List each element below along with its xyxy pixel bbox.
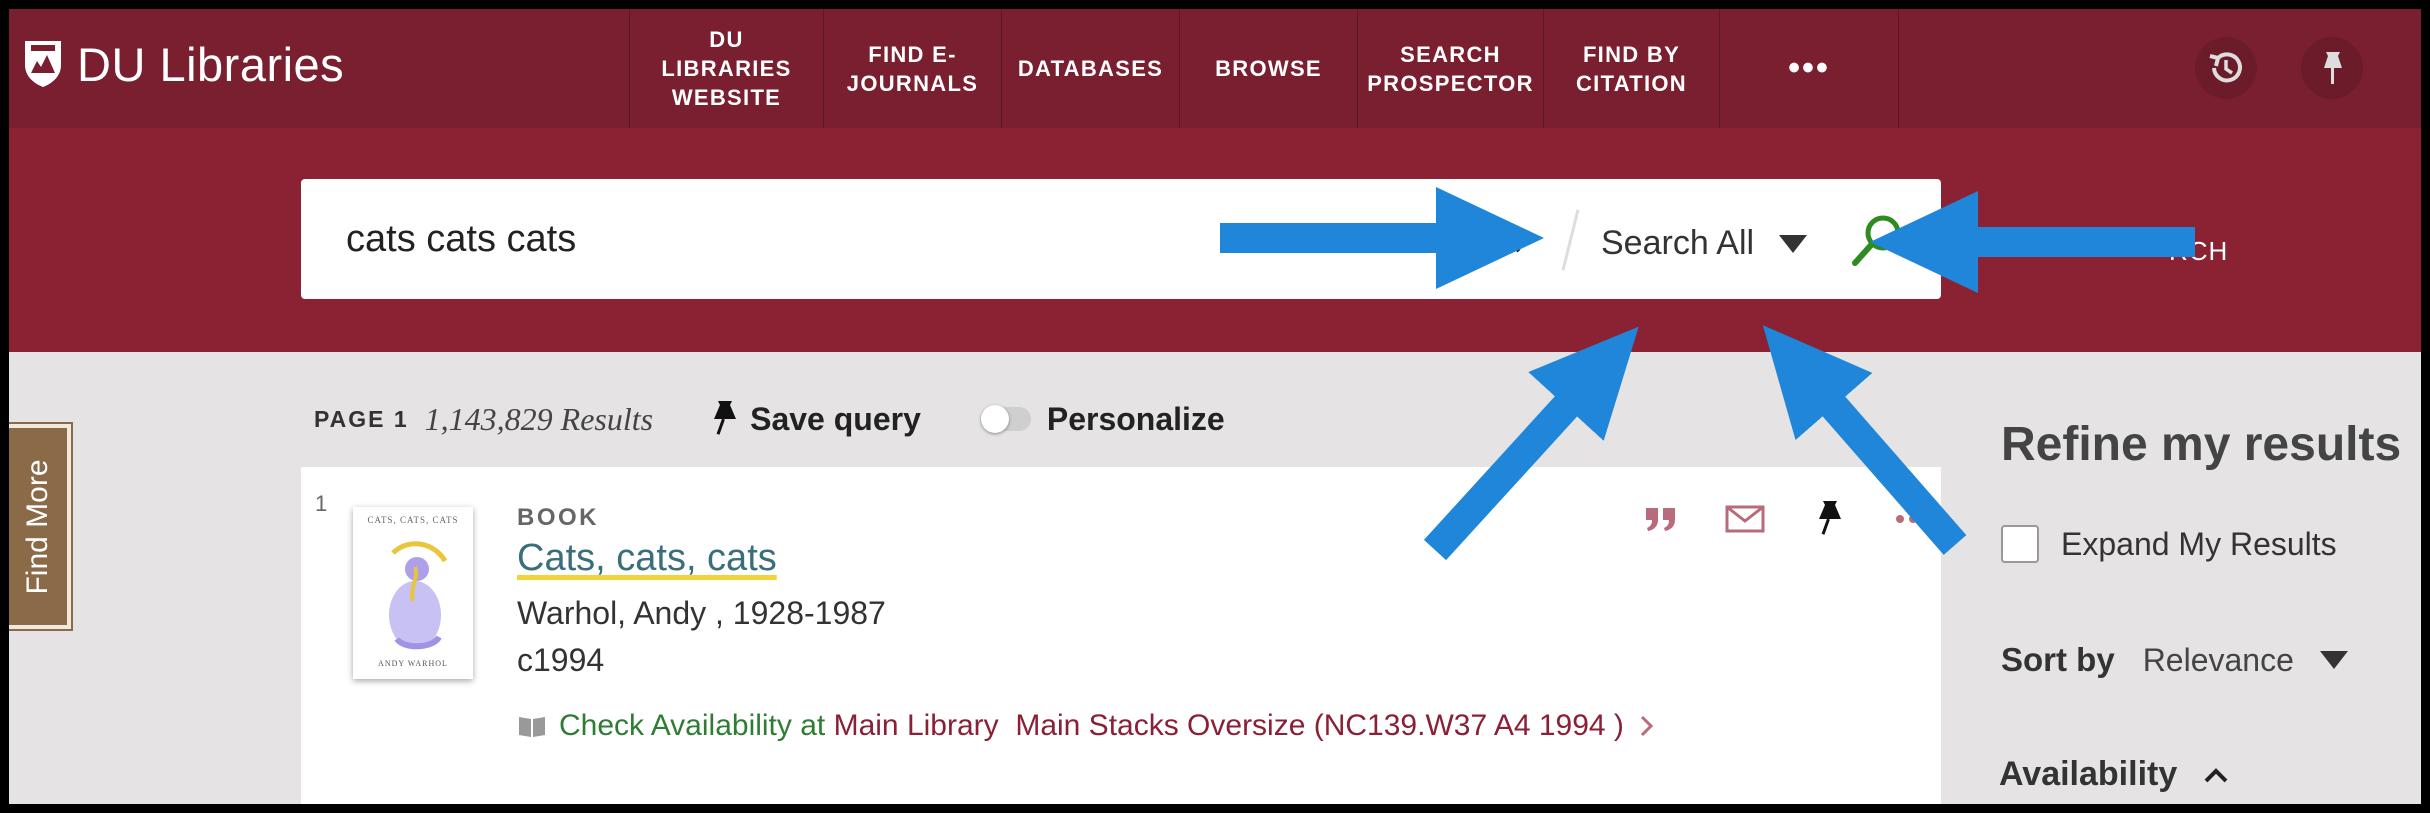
results-header: PAGE 1 1,143,829 Results Save query Pers… xyxy=(314,389,1225,449)
checkbox[interactable] xyxy=(2001,525,2039,563)
more-actions-button[interactable] xyxy=(1885,497,1941,541)
sort-select[interactable]: Relevance xyxy=(2143,642,2294,679)
search-scope-select[interactable]: Search All xyxy=(1601,179,1754,307)
result-index: 1 xyxy=(315,491,328,516)
cat-illustration xyxy=(389,541,448,650)
find-more-tab[interactable]: Find More xyxy=(9,424,71,629)
history-button[interactable] xyxy=(2195,37,2257,99)
nav-find-by-citation[interactable]: FIND BY CITATION xyxy=(1543,9,1719,128)
refine-title: Refine my results xyxy=(2001,418,2402,471)
search-icon[interactable] xyxy=(1847,211,1907,271)
availability-location: Main Library Main Stacks Oversize (NC139… xyxy=(833,709,1624,742)
toggle-switch[interactable] xyxy=(980,405,1031,433)
result-author: Warhol, Andy , 1928-1987 xyxy=(517,595,886,631)
book-cover-thumbnail[interactable]: CATS, CATS, CATS ANDY WARHOL xyxy=(353,507,473,679)
availability-facet[interactable]: Availability xyxy=(1999,755,2229,794)
nav-find-e-journals[interactable]: FIND E- JOURNALS xyxy=(823,9,1001,128)
pin-icon xyxy=(1819,501,1841,535)
pin-icon xyxy=(2324,52,2342,84)
citation-button[interactable] xyxy=(1633,497,1689,541)
search-divider xyxy=(1561,209,1580,271)
personalize-toggle[interactable]: Personalize xyxy=(980,400,1225,438)
save-query-label: Save query xyxy=(750,400,921,437)
save-query-button[interactable]: Save query xyxy=(708,399,921,439)
chevron-up-icon xyxy=(2204,767,2228,782)
resource-type: BOOK xyxy=(517,504,599,531)
search-band: cats cats cats Search All RCH xyxy=(9,128,2421,352)
chevron-down-icon[interactable] xyxy=(2319,651,2348,669)
advanced-search-link[interactable]: RCH xyxy=(2169,236,2228,267)
personalize-label: Personalize xyxy=(1046,400,1225,437)
nav-databases[interactable]: DATABASES xyxy=(1001,9,1179,128)
book-icon xyxy=(519,717,545,737)
availability-status: Check Availability at xyxy=(559,709,826,742)
availability-link[interactable]: Check Availability at Main Library Main … xyxy=(517,709,1656,743)
pin-record-button[interactable] xyxy=(1801,497,1857,541)
chevron-down-icon[interactable] xyxy=(1779,235,1807,253)
result-title-link[interactable]: Cats, cats, cats xyxy=(517,537,777,580)
history-icon xyxy=(2209,52,2242,83)
find-more-label: Find More xyxy=(21,458,54,595)
clear-search-icon[interactable] xyxy=(1487,219,1527,259)
search-input[interactable]: cats cats cats xyxy=(346,179,576,299)
app-name: DU Libraries xyxy=(77,37,345,91)
main-nav: DU LIBRARIES WEBSITE FIND E- JOURNALS DA… xyxy=(629,9,1899,128)
search-box: cats cats cats Search All xyxy=(301,179,1941,299)
shield-logo-icon xyxy=(25,41,61,87)
nav-du-libraries-website[interactable]: DU LIBRARIES WEBSITE xyxy=(629,9,823,128)
expand-label: Expand My Results xyxy=(2061,525,2337,562)
result-count: 1,143,829 Results xyxy=(424,400,654,437)
result-item: 1 CATS, CATS, CATS ANDY WARHOL BOOK Cats… xyxy=(301,467,1941,804)
nav-more-button[interactable]: ••• xyxy=(1719,9,1899,128)
result-date: c1994 xyxy=(517,642,605,678)
more-icon xyxy=(1896,515,1930,523)
nav-search-prospector[interactable]: SEARCH PROSPECTOR xyxy=(1357,9,1543,128)
email-button[interactable] xyxy=(1717,497,1773,541)
nav-browse[interactable]: BROWSE xyxy=(1179,9,1357,128)
pin-icon xyxy=(714,401,737,435)
sort-label: Sort by xyxy=(2001,641,2115,678)
thumb-author: ANDY WARHOL xyxy=(378,659,448,668)
primo-search-page: DU Libraries DU LIBRARIES WEBSITE FIND E… xyxy=(9,9,2421,804)
pinned-items-button[interactable] xyxy=(2301,37,2363,99)
record-actions xyxy=(1633,497,1941,541)
sort-control[interactable]: Sort by Relevance xyxy=(2001,641,2348,679)
quote-icon xyxy=(1646,508,1675,531)
expand-results-checkbox[interactable]: Expand My Results xyxy=(2001,525,2337,563)
du-libraries-logo[interactable]: DU Libraries xyxy=(23,34,344,94)
page-label: PAGE 1 xyxy=(314,405,409,432)
chevron-right-icon xyxy=(1640,715,1654,737)
availability-facet-label: Availability xyxy=(1999,755,2178,793)
email-icon xyxy=(1725,505,1765,533)
top-navbar: DU Libraries DU LIBRARIES WEBSITE FIND E… xyxy=(9,9,2421,128)
